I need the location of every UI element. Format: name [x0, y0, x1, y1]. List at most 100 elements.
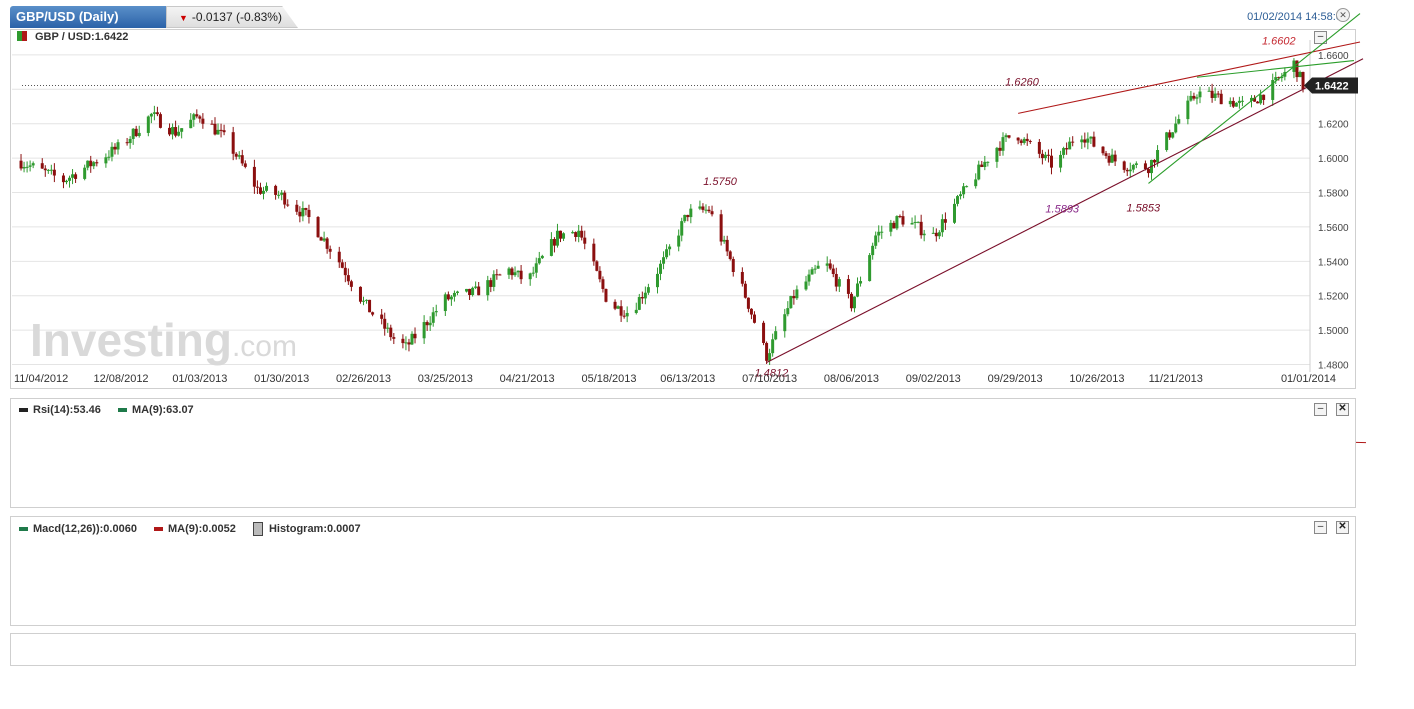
candle-down — [1113, 154, 1117, 162]
candle-down — [1216, 93, 1220, 95]
candle-down — [1153, 159, 1157, 163]
candle-down — [831, 268, 835, 274]
candle-down — [1083, 139, 1087, 143]
candle-down — [752, 314, 756, 323]
candle-up — [1004, 135, 1008, 138]
candle-down — [592, 243, 596, 262]
candle-down — [1143, 163, 1147, 169]
candle-up — [1134, 163, 1138, 165]
candle-up — [795, 289, 799, 299]
candle-up — [1228, 100, 1232, 105]
candle-up — [261, 190, 265, 194]
x-tick-label: 10/26/2013 — [1069, 373, 1124, 385]
candle-down — [604, 288, 608, 302]
candle-up — [1156, 150, 1160, 163]
candle-up — [301, 207, 305, 217]
candle-up — [216, 129, 220, 135]
price-annotation-label: 1.5893 — [1045, 204, 1080, 216]
candle-down — [274, 185, 278, 195]
candle-up — [452, 292, 456, 297]
candle-up — [177, 131, 181, 136]
histogram-swatch-icon — [252, 522, 263, 536]
close-rsi-button[interactable]: ✕ — [1336, 403, 1349, 416]
candle-down — [1007, 135, 1011, 138]
x-tick-label: 09/02/2013 — [906, 373, 961, 385]
candle-up — [1240, 100, 1244, 102]
candle-up — [774, 331, 778, 340]
minimize-macd-button[interactable]: – — [1314, 521, 1327, 534]
candle-up — [25, 166, 29, 168]
candle-up — [237, 155, 241, 157]
candle-down — [1256, 101, 1260, 104]
candle-down — [598, 270, 602, 280]
candle-down — [125, 142, 129, 144]
candle-down — [446, 294, 450, 300]
navigator-panel[interactable] — [10, 633, 1356, 666]
candle-up — [571, 232, 575, 234]
candle-up — [1207, 90, 1211, 92]
candle-up — [771, 339, 775, 354]
candle-down — [1125, 169, 1129, 172]
candle-up — [956, 196, 960, 204]
candle-down — [934, 232, 938, 237]
candle-down — [510, 268, 514, 276]
candle-up — [137, 132, 141, 137]
candle-up — [540, 255, 544, 259]
candle-up — [64, 180, 68, 183]
candle-down — [1025, 138, 1029, 141]
candle-up — [422, 322, 426, 339]
candle-down — [368, 299, 372, 313]
candle-up — [116, 142, 120, 150]
macd-ma-swatch-icon — [154, 527, 164, 531]
candle-down — [846, 279, 850, 294]
candle-down — [792, 296, 796, 299]
candle-down — [728, 251, 732, 259]
minimize-rsi-button[interactable]: – — [1314, 403, 1327, 416]
candle-up — [534, 263, 538, 273]
candle-up — [1177, 119, 1181, 124]
candle-up — [1068, 141, 1072, 150]
candle-down — [613, 301, 617, 309]
rsi-legend-text: Rsi(14):53.46 — [33, 404, 101, 416]
candle-up — [937, 232, 941, 237]
candle-down — [1301, 71, 1305, 90]
x-tick-label: 01/03/2013 — [172, 373, 227, 385]
candle-up — [913, 221, 917, 223]
price-annotation-label: 1.5853 — [1126, 202, 1161, 214]
candle-up — [31, 163, 35, 166]
candle-up — [965, 186, 969, 188]
candle-up — [668, 246, 672, 250]
candle-up — [110, 146, 114, 157]
x-tick-label: 01/30/2013 — [254, 373, 309, 385]
candle-up — [789, 296, 793, 309]
candle-down — [392, 337, 396, 339]
candle-up — [916, 221, 920, 223]
candle-up — [889, 222, 893, 232]
candle-down — [1092, 136, 1096, 147]
candle-up — [837, 279, 841, 287]
price-annotation-label: 1.6260 — [1005, 76, 1040, 88]
candle-up — [910, 222, 914, 225]
candle-up — [386, 327, 390, 329]
candle-down — [195, 114, 199, 117]
candle-down — [552, 239, 556, 246]
candle-up — [28, 165, 32, 167]
candle-up — [465, 288, 469, 292]
x-tick-label: 02/26/2013 — [336, 373, 391, 385]
x-tick-label: 04/21/2013 — [500, 373, 555, 385]
candle-up — [895, 216, 899, 229]
candle-up — [1186, 100, 1190, 120]
candle-up — [322, 238, 326, 241]
candle-down — [1262, 94, 1266, 100]
candle-down — [746, 297, 750, 309]
candle-down — [1049, 155, 1053, 168]
candle-up — [516, 270, 520, 273]
candle-down — [1107, 155, 1111, 163]
candle-down — [489, 280, 493, 287]
candle-down — [255, 186, 259, 188]
candle-up — [689, 208, 693, 218]
close-macd-button[interactable]: ✕ — [1336, 521, 1349, 534]
macd-swatch-icon — [19, 527, 28, 531]
candle-down — [1210, 90, 1214, 98]
price-y-tick-label: 1.5600 — [1318, 223, 1349, 234]
